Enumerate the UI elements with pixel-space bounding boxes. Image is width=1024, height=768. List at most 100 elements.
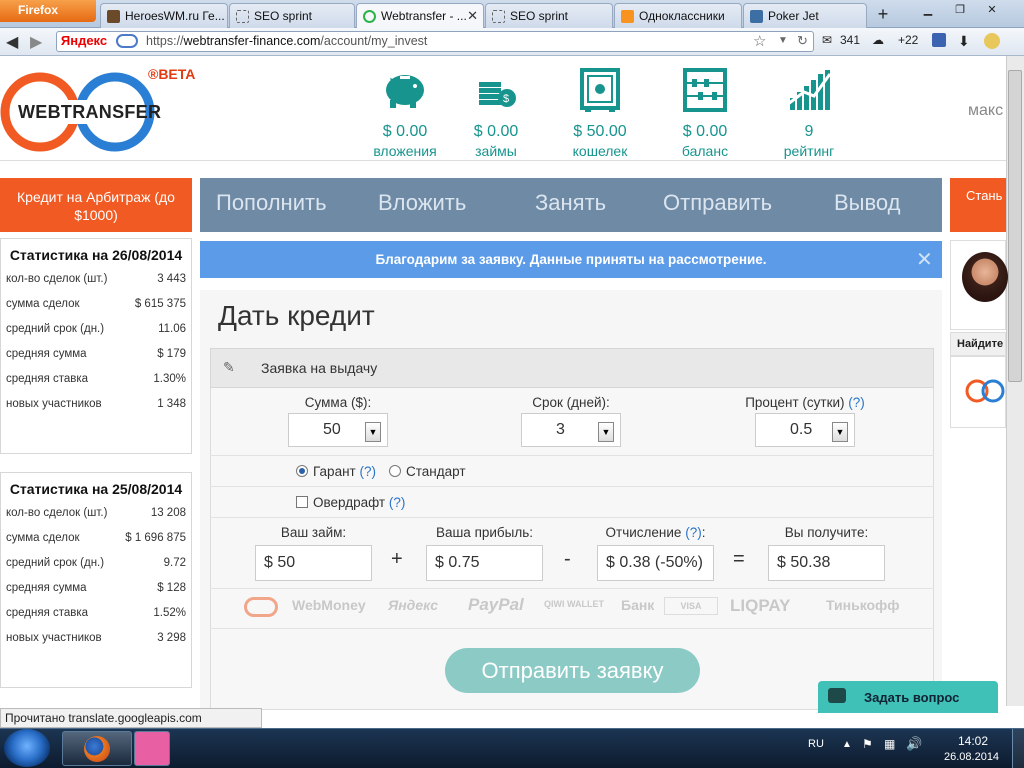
radio-standard-label[interactable]: Стандарт (406, 464, 466, 479)
overdraft-text: Овердрафт (313, 495, 386, 510)
tab-poker-jet[interactable]: Poker Jet (743, 3, 867, 28)
firefox-menu-button[interactable]: Firefox (0, 0, 96, 22)
user-name[interactable]: макс (968, 102, 1003, 120)
url-dropdown-icon[interactable]: ▼ (778, 35, 788, 46)
percent-select[interactable]: 0.5 ▼ (755, 413, 855, 447)
close-tab-icon[interactable]: ✕ (467, 8, 478, 24)
maximize-icon[interactable]: ❐ (948, 3, 972, 19)
webtransfer-logo[interactable]: WEBTRANSFER (0, 70, 161, 154)
help-link[interactable]: (?) (848, 395, 865, 410)
taskbar-app-avatar[interactable] (134, 731, 170, 766)
help-link[interactable]: (?) (389, 495, 406, 510)
tab-heroeswm[interactable]: HeroesWM.ru Ге... (100, 3, 228, 28)
avatar[interactable] (962, 252, 1008, 302)
stats-label: новых участников (6, 632, 102, 644)
term-select[interactable]: 3 ▼ (521, 413, 621, 447)
piggy-bank-icon (386, 75, 424, 108)
vk-extension-icon[interactable] (932, 33, 946, 47)
bookmark-star-icon[interactable]: ☆ (753, 32, 766, 50)
stat-rating[interactable]: 9 рейтинг (754, 66, 864, 159)
amount-value: 50 (323, 421, 341, 438)
download-icon[interactable]: ⬇ (958, 33, 970, 50)
close-alert-icon[interactable]: ✕ (916, 247, 933, 272)
overdraft-label[interactable]: Овердрафт (?) (313, 495, 405, 510)
back-arrow-icon[interactable]: ◀ (6, 32, 18, 52)
tab-seo-sprint-2[interactable]: SEO sprint (485, 3, 613, 28)
radio-standard[interactable] (389, 465, 401, 477)
minimize-icon[interactable]: ▁ (916, 3, 940, 19)
stat-label: кошелек (572, 143, 628, 159)
overdraft-checkbox[interactable] (296, 496, 308, 508)
amount-select[interactable]: 50 ▼ (288, 413, 388, 447)
menu-item-borrow[interactable]: Занять (535, 190, 606, 216)
stats-row: средний срок (дн.) 11.06 (1, 323, 191, 348)
tab-odnoklassniki[interactable]: Одноклассники (614, 3, 742, 28)
odnoklassniki-icon (621, 10, 634, 23)
weather-icon[interactable]: ☁ (872, 33, 884, 47)
tab-seo-sprint-1[interactable]: SEO sprint (229, 3, 355, 28)
network-icon[interactable]: ▦ (884, 737, 895, 751)
pencil-icon: ✎ (223, 359, 235, 375)
right-promo-button[interactable]: Стань с (950, 178, 1006, 232)
close-window-icon[interactable]: ✕ (980, 3, 1004, 19)
loan-field[interactable]: $ 50 (255, 545, 372, 581)
minus-sign: - (564, 548, 571, 570)
volume-icon[interactable]: 🔊 (906, 736, 922, 752)
language-indicator[interactable]: RU (808, 738, 824, 750)
chevron-down-icon[interactable]: ▼ (832, 422, 848, 442)
radio-guarant[interactable] (296, 465, 308, 477)
fee-field[interactable]: $ 0.38 (-50%) (597, 545, 714, 581)
menu-item-send[interactable]: Отправить (663, 190, 772, 216)
stats-label: средний срок (дн.) (6, 323, 105, 335)
arbitrage-credit-button[interactable]: Кредит на Арбитраж (до $1000) (0, 178, 192, 232)
show-desktop-button[interactable] (1012, 729, 1024, 768)
yandex-search-button[interactable]: Яндекс (58, 33, 110, 50)
chevron-down-icon[interactable]: ▼ (365, 422, 381, 442)
show-hidden-icons-icon[interactable]: ▲ (842, 739, 852, 750)
stat-balance[interactable]: $ 0.00 баланс (650, 66, 760, 159)
menu-item-invest[interactable]: Вложить (378, 190, 466, 216)
menu-item-withdraw[interactable]: Вывод (834, 190, 901, 216)
stats-value: 3 443 (157, 273, 186, 285)
clock-time[interactable]: 14:02 (958, 734, 988, 748)
stats-label: средняя ставка (6, 373, 89, 385)
menu-item-deposit[interactable]: Пополнить (216, 190, 327, 216)
profit-field[interactable]: $ 0.75 (426, 545, 543, 581)
help-link[interactable]: (?) (359, 464, 376, 479)
taskbar-firefox[interactable] (62, 731, 132, 766)
abacus-icon (683, 68, 727, 112)
url-text[interactable]: https://webtransfer-finance.com/account/… (146, 34, 427, 48)
new-tab-button[interactable]: + (870, 4, 896, 26)
radio-guarant-label[interactable]: Гарант (?) (313, 464, 376, 479)
qiwi-payment-icon: QIWI WALLET (544, 599, 604, 609)
webtransfer-mini-logo-icon (965, 379, 1005, 403)
tab-label: HeroesWM.ru Ге... (125, 9, 225, 23)
clock-date[interactable]: 26.08.2014 (944, 751, 999, 763)
stat-wallet[interactable]: $ 50.00 кошелек (545, 66, 655, 159)
help-link[interactable]: (?) (685, 525, 702, 540)
stat-loans[interactable]: $ $ 0.00 займы (441, 66, 551, 159)
stats-label: сумма сделок (6, 298, 80, 310)
url-protocol: https:// (146, 34, 184, 48)
divider (210, 588, 934, 589)
blank-page-icon (236, 10, 249, 23)
find-header: Найдите в (950, 332, 1006, 356)
stat-value: $ 0.00 (473, 123, 519, 140)
forward-arrow-icon[interactable]: ▶ (30, 32, 42, 52)
stats-value: 13 208 (150, 507, 186, 519)
smiley-extension-icon[interactable] (984, 33, 1000, 49)
form-section-header: ✎ Заявка на выдачу (210, 348, 934, 388)
tab-webtransfer[interactable]: Webtransfer - ... ✕ (356, 3, 484, 29)
scrollbar-thumb[interactable] (1008, 70, 1022, 382)
stat-label: баланс (681, 143, 729, 159)
action-center-icon[interactable]: ⚑ (862, 737, 873, 751)
windows-start-button[interactable] (4, 729, 50, 767)
receive-field[interactable]: $ 50.38 (768, 545, 885, 581)
mail-icon[interactable]: ✉ (822, 33, 832, 47)
tab-label: Poker Jet (768, 9, 819, 23)
reload-icon[interactable]: ↻ (797, 33, 808, 49)
stats-label: средняя сумма (6, 582, 87, 594)
site-identity-icon[interactable] (116, 34, 138, 48)
submit-application-button[interactable]: Отправить заявку (445, 648, 700, 693)
chevron-down-icon[interactable]: ▼ (598, 422, 614, 442)
